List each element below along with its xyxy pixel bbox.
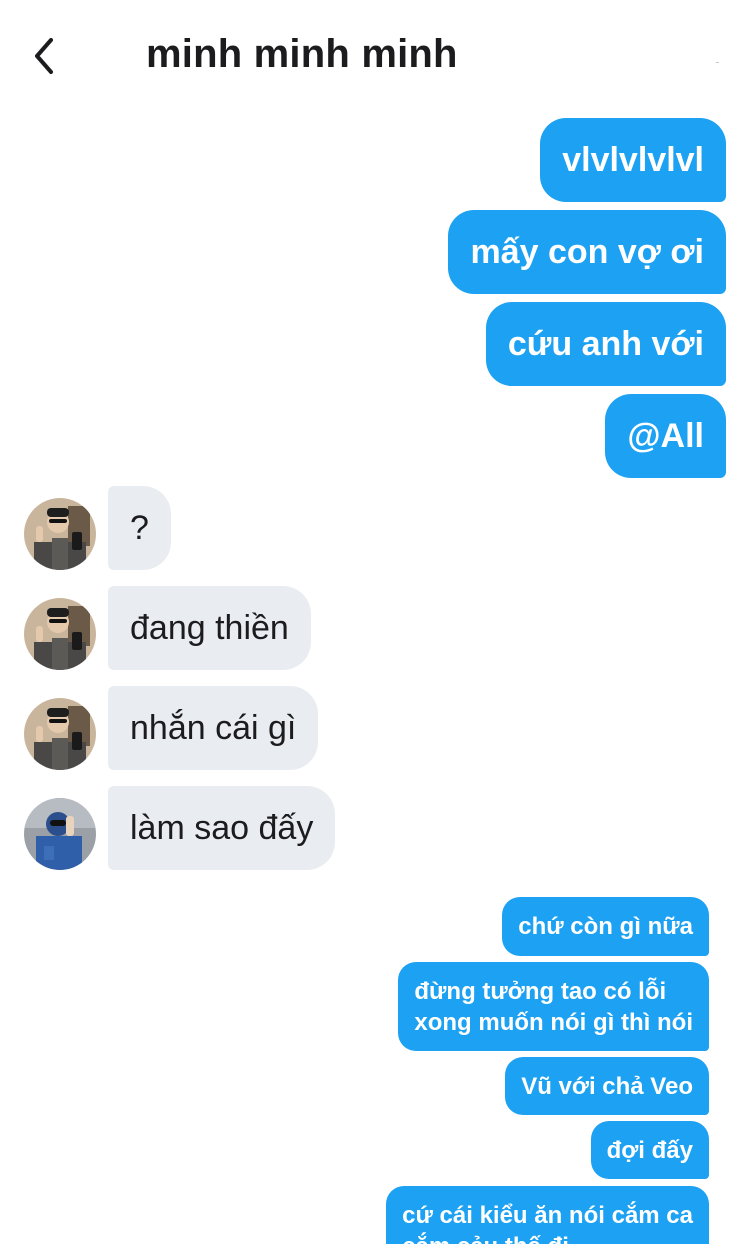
incoming-message[interactable]: đang thiền bbox=[108, 586, 311, 670]
outgoing-message[interactable]: Vũ với chả Veo bbox=[505, 1057, 709, 1115]
avatar[interactable] bbox=[24, 698, 96, 770]
incoming-message[interactable]: nhắn cái gì bbox=[108, 686, 319, 770]
outgoing-message[interactable]: mấy con vợ ơi bbox=[448, 210, 726, 294]
outgoing-message[interactable]: đừng tưởng tao có lỗi xong muốn nói gì t… bbox=[398, 962, 709, 1051]
outgoing-message[interactable]: @All bbox=[605, 394, 726, 478]
message-line: cứ cái kiểu ăn nói cắm ca bbox=[402, 1201, 693, 1229]
chat-header: minh minh minh bbox=[0, 0, 750, 110]
outgoing-message[interactable]: đợi đấy bbox=[590, 1121, 709, 1179]
incoming-message[interactable]: làm sao đấy bbox=[108, 786, 336, 870]
avatar[interactable] bbox=[24, 598, 96, 670]
header-divider-mark bbox=[716, 62, 719, 63]
incoming-message[interactable]: ? bbox=[108, 486, 171, 570]
avatar-photo bbox=[24, 698, 96, 770]
message-line: cắm cảu thế đi bbox=[402, 1231, 569, 1244]
outgoing-message[interactable]: cứ cái kiểu ăn nói cắm ca cắm cảu thế đi bbox=[386, 1186, 709, 1244]
avatar-photo bbox=[24, 798, 96, 870]
avatar[interactable] bbox=[24, 498, 96, 570]
avatar[interactable] bbox=[24, 798, 96, 870]
chat-title: minh minh minh bbox=[146, 32, 458, 76]
message-line: xong muốn nói gì thì nói bbox=[414, 1008, 693, 1036]
avatar-photo bbox=[24, 598, 96, 670]
outgoing-message[interactable]: cứu anh với bbox=[485, 302, 726, 386]
chevron-left-icon bbox=[35, 38, 53, 74]
outgoing-message[interactable]: vlvlvlvlvl bbox=[540, 118, 726, 202]
message-line: đừng tưởng tao có lỗi bbox=[414, 977, 667, 1005]
back-button[interactable] bbox=[20, 28, 70, 84]
avatar-photo bbox=[24, 498, 96, 570]
outgoing-message[interactable]: chứ còn gì nữa bbox=[502, 897, 709, 956]
